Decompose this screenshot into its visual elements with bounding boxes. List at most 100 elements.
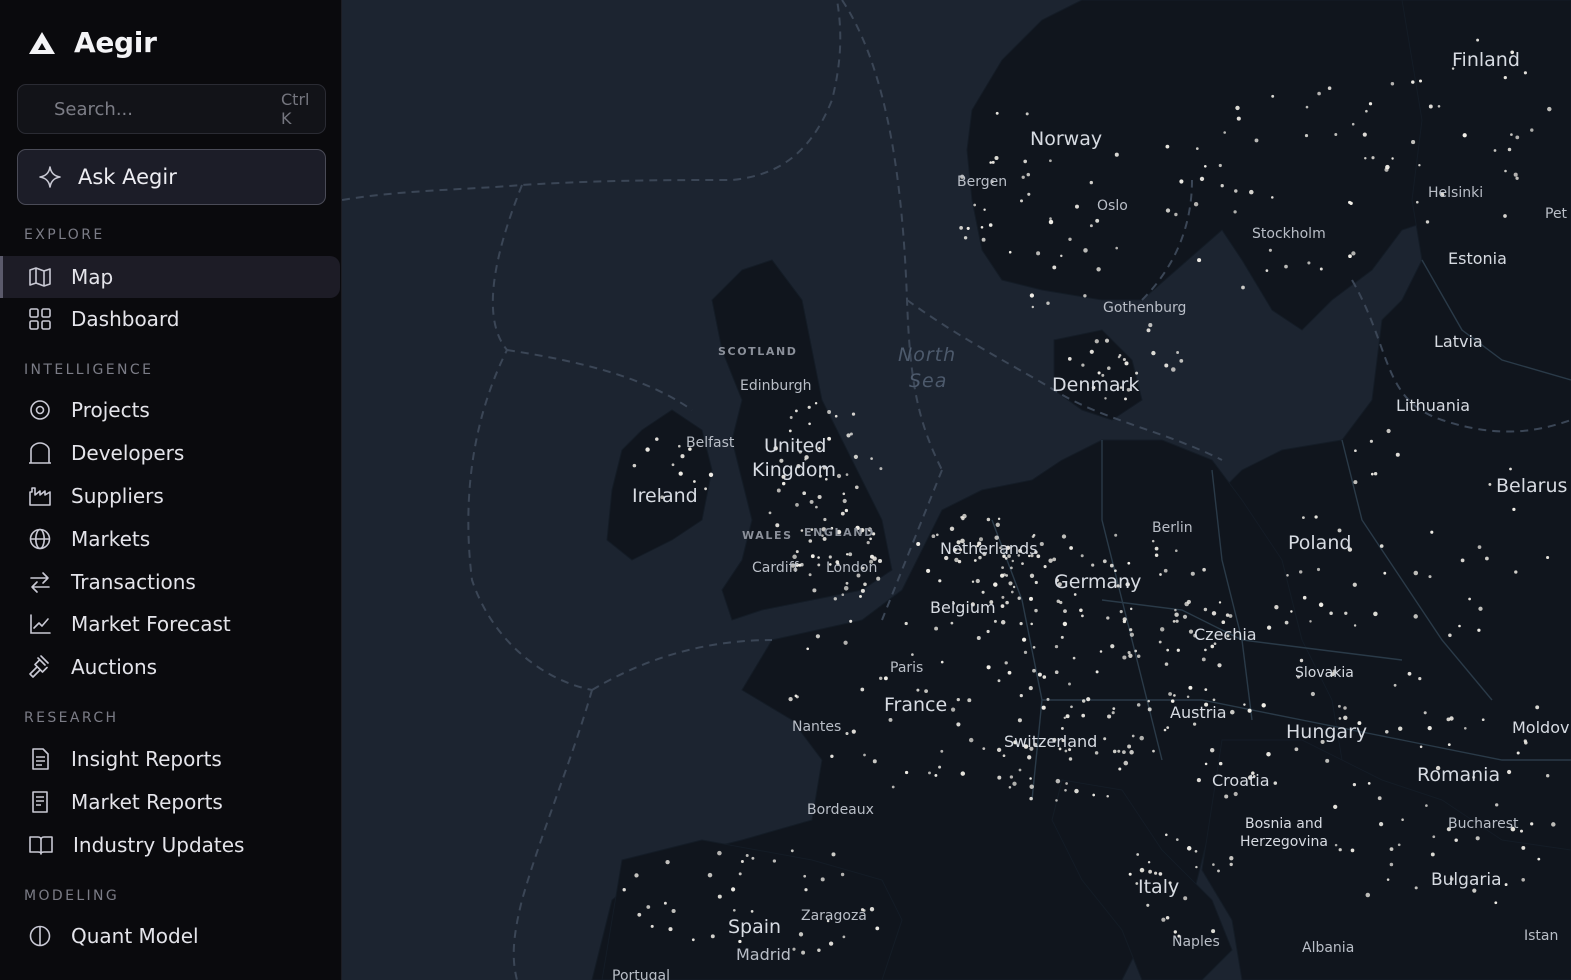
project-dot[interactable] [1114,533,1118,537]
project-dot[interactable] [1477,545,1482,549]
project-dot[interactable] [1368,102,1373,106]
project-dot[interactable] [1212,698,1216,702]
project-dot[interactable] [645,447,650,452]
project-dot[interactable] [1007,670,1012,675]
project-dot[interactable] [1350,848,1355,853]
project-dot[interactable] [1233,210,1237,214]
project-dot[interactable] [1243,703,1246,706]
project-dot[interactable] [632,463,637,468]
project-dot[interactable] [1475,836,1480,841]
project-dot[interactable] [1254,138,1259,143]
project-dot[interactable] [1218,163,1222,168]
project-dot[interactable] [1384,167,1389,172]
project-dot[interactable] [1354,449,1357,453]
project-dot[interactable] [1154,546,1159,551]
project-dot[interactable] [1000,604,1005,608]
project-dot[interactable] [1110,644,1115,649]
project-dot[interactable] [842,498,847,504]
project-dot[interactable] [1029,796,1033,801]
project-dot[interactable] [1131,734,1135,738]
project-dot[interactable] [1165,916,1170,920]
project-dot[interactable] [1107,714,1112,719]
project-dot[interactable] [795,409,798,413]
project-dot[interactable] [904,770,909,775]
project-dot[interactable] [814,401,818,405]
project-dot[interactable] [997,517,1001,521]
search-input[interactable] [52,97,281,121]
project-dot[interactable] [1001,595,1005,599]
project-dot[interactable] [1089,180,1093,185]
project-dot[interactable] [1462,133,1467,138]
project-dot[interactable] [1022,637,1027,642]
project-dot[interactable] [1114,152,1119,157]
project-dot[interactable] [840,511,845,516]
project-dot[interactable] [1437,105,1441,108]
project-dot[interactable] [940,749,944,753]
project-dot[interactable] [956,722,961,727]
project-dot[interactable] [1067,357,1072,361]
project-dot[interactable] [750,910,754,913]
project-dot[interactable] [935,533,939,537]
project-dot[interactable] [853,454,859,460]
project-dot[interactable] [996,747,1002,753]
project-dot[interactable] [1338,848,1342,852]
project-dot[interactable] [1115,246,1118,250]
project-dot[interactable] [1046,301,1050,305]
project-dot[interactable] [1318,602,1324,608]
project-dot[interactable] [792,554,797,560]
project-dot[interactable] [1176,351,1180,354]
project-dot[interactable] [1348,254,1352,259]
nav-item-quant-model[interactable]: Quant Model [0,915,340,957]
project-dot[interactable] [1010,566,1013,570]
project-dot[interactable] [841,593,845,597]
project-dot[interactable] [1037,672,1042,677]
project-dot[interactable] [924,689,928,693]
project-dot[interactable] [1223,131,1226,134]
project-dot[interactable] [800,529,804,532]
project-dot[interactable] [1095,218,1100,223]
nav-item-transactions[interactable]: Transactions [0,561,340,603]
project-dot[interactable] [863,753,866,757]
project-dot[interactable] [968,737,974,743]
project-dot[interactable] [1128,653,1133,658]
project-dot[interactable] [1448,633,1452,638]
project-dot[interactable] [1249,189,1254,195]
project-dot[interactable] [801,950,806,955]
project-dot[interactable] [678,444,681,448]
project-dot[interactable] [1271,94,1275,98]
project-dot[interactable] [1063,716,1067,720]
project-dot[interactable] [960,515,963,519]
project-dot[interactable] [1365,109,1368,113]
project-dot[interactable] [802,491,807,496]
project-dot[interactable] [1060,726,1064,730]
project-dot[interactable] [1160,627,1165,632]
project-dot[interactable] [1493,149,1497,152]
project-dot[interactable] [1161,917,1166,922]
project-dot[interactable] [1343,715,1348,721]
project-dot[interactable] [781,481,786,486]
project-dot[interactable] [1199,176,1205,182]
project-dot[interactable] [1407,671,1412,676]
project-dot[interactable] [875,926,880,931]
project-dot[interactable] [1378,821,1384,827]
project-dot[interactable] [1247,708,1252,713]
project-dot[interactable] [1001,566,1004,569]
project-dot[interactable] [1043,565,1047,569]
ask-aegir-button[interactable]: Ask Aegir [17,149,326,205]
project-dot[interactable] [891,785,895,789]
project-dot[interactable] [1072,656,1076,660]
project-dot[interactable] [1351,251,1356,256]
project-dot[interactable] [1507,769,1512,775]
project-dot[interactable] [1428,104,1433,109]
project-dot[interactable] [1179,359,1184,363]
project-dot[interactable] [1546,555,1550,560]
project-dot[interactable] [1041,705,1046,710]
project-dot[interactable] [1031,535,1035,538]
nav-item-insight-reports[interactable]: Insight Reports [0,738,340,780]
project-dot[interactable] [1373,611,1378,617]
project-dot[interactable] [1454,838,1458,842]
project-dot[interactable] [1229,856,1234,861]
project-dot[interactable] [997,775,1002,780]
project-dot[interactable] [1353,624,1357,627]
project-dot[interactable] [854,485,859,490]
